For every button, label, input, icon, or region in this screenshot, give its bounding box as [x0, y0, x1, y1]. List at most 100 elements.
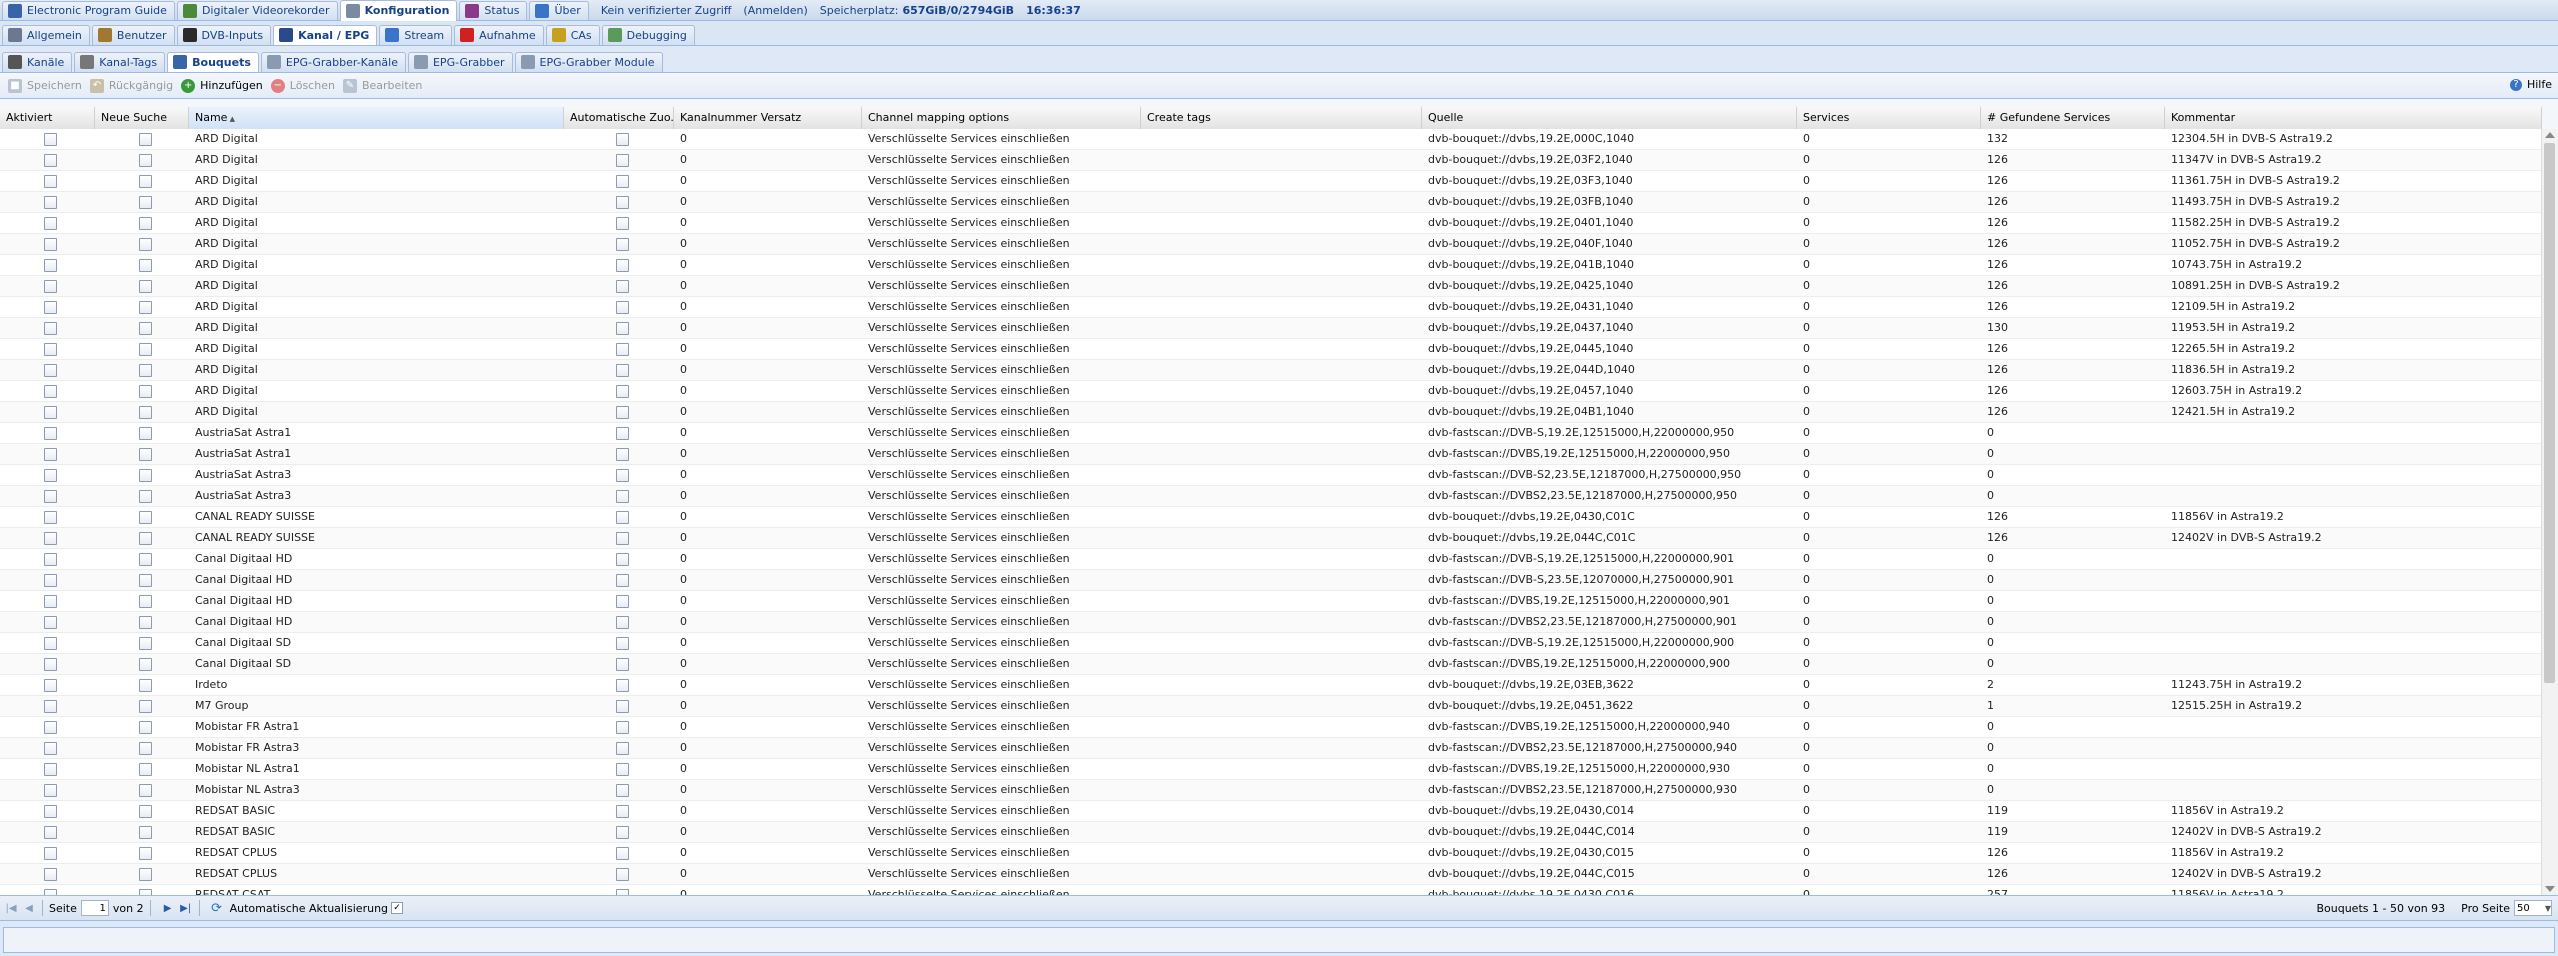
tab-digitaler-videorekorder[interactable]: Digitaler Videorekorder [176, 0, 338, 20]
scrollbar-thumb[interactable] [2544, 143, 2555, 683]
enabled-checkbox[interactable] [44, 321, 57, 335]
enabled-checkbox[interactable] [44, 258, 57, 272]
tab-bouquets[interactable]: Bouquets [167, 51, 259, 72]
table-row[interactable]: ARD Digital 0 Verschlüsselte Services eins… [0, 297, 2542, 318]
tab-allgemein[interactable]: Allgemein [2, 24, 90, 45]
enabled-checkbox[interactable] [44, 825, 57, 839]
rescan-checkbox[interactable] [138, 552, 152, 566]
prev-page-icon[interactable]: ◀ [22, 903, 36, 914]
enabled-checkbox[interactable] [44, 636, 57, 650]
tab-kanal-epg[interactable]: Kanal / EPG [273, 24, 378, 45]
rescan-checkbox[interactable] [138, 237, 152, 251]
rescan-checkbox[interactable] [138, 153, 152, 167]
enabled-checkbox[interactable] [44, 594, 57, 608]
table-row[interactable]: Canal Digitaal HD 0 Verschlüsselte Service… [0, 612, 2542, 633]
enabled-checkbox[interactable] [44, 531, 57, 545]
auto-map-checkbox[interactable] [615, 846, 629, 860]
table-row[interactable]: Canal Digitaal HD 0 Verschlüsselte Service… [0, 549, 2542, 570]
help-button[interactable]: ? Hilfe [2509, 78, 2552, 91]
rescan-checkbox[interactable] [138, 636, 152, 650]
col-kanalnummer-versatz-header[interactable]: Kanalnummer Versatz [674, 107, 862, 129]
enabled-checkbox[interactable] [44, 573, 57, 587]
auto-map-checkbox[interactable] [615, 342, 629, 356]
auto-map-checkbox[interactable] [615, 258, 629, 272]
rescan-checkbox[interactable] [138, 363, 152, 377]
table-row[interactable]: AustriaSat Astra1 0 Verschlüsselte Service… [0, 444, 2542, 465]
tab-kanäle[interactable]: Kanäle [2, 51, 73, 72]
auto-map-checkbox[interactable] [615, 804, 629, 818]
table-row[interactable]: ARD Digital 0 Verschlüsselte Services eins… [0, 255, 2542, 276]
enabled-checkbox[interactable] [44, 699, 57, 713]
col-aktiviert-header[interactable]: Aktiviert [0, 107, 95, 129]
auto-map-checkbox[interactable] [615, 720, 629, 734]
auto-map-checkbox[interactable] [615, 363, 629, 377]
enabled-checkbox[interactable] [44, 552, 57, 566]
tab-dvb-inputs[interactable]: DVB-Inputs [176, 24, 272, 45]
auto-map-checkbox[interactable] [615, 153, 629, 167]
auto-map-checkbox[interactable] [615, 762, 629, 776]
auto-map-checkbox[interactable] [615, 489, 629, 503]
col-name-header[interactable]: Name ▲ [189, 107, 564, 129]
enabled-checkbox[interactable] [44, 363, 57, 377]
rescan-checkbox[interactable] [138, 573, 152, 587]
table-row[interactable]: REDSAT CPLUS 0 Verschlüsselte Services ein… [0, 843, 2542, 864]
tab-aufnahme[interactable]: Aufnahme [454, 24, 544, 45]
enabled-checkbox[interactable] [44, 153, 57, 167]
rescan-checkbox[interactable] [138, 741, 152, 755]
col-automatische-zuordnung-header[interactable]: Automatische Zuo... [564, 107, 674, 129]
tab-stream[interactable]: Stream [379, 24, 453, 45]
col-neue-suche-header[interactable]: Neue Suche [95, 107, 189, 129]
auto-map-checkbox[interactable] [615, 531, 629, 545]
rescan-checkbox[interactable] [138, 258, 152, 272]
auto-map-checkbox[interactable] [615, 405, 629, 419]
auto-map-checkbox[interactable] [615, 783, 629, 797]
auto-map-checkbox[interactable] [615, 468, 629, 482]
table-row[interactable]: CANAL READY SUISSE 0 Verschlüsselte Servic… [0, 528, 2542, 549]
enabled-checkbox[interactable] [44, 426, 57, 440]
rescan-checkbox[interactable] [138, 762, 152, 776]
tab-konfiguration[interactable]: Konfiguration [339, 0, 458, 21]
col-kommentar-header[interactable]: Kommentar [2165, 107, 2542, 129]
tab-epg-grabber-module[interactable]: EPG-Grabber Module [514, 51, 663, 72]
table-row[interactable]: AustriaSat Astra3 0 Verschlüsselte Service… [0, 486, 2542, 507]
tab-epg-grabber[interactable]: EPG-Grabber [407, 51, 513, 72]
table-row[interactable]: Mobistar NL Astra1 0 Verschlüsselte Servic… [0, 759, 2542, 780]
tab-cas[interactable]: CAs [545, 24, 600, 45]
rescan-checkbox[interactable] [138, 300, 152, 314]
auto-map-checkbox[interactable] [615, 594, 629, 608]
rescan-checkbox[interactable] [138, 321, 152, 335]
auto-map-checkbox[interactable] [615, 426, 629, 440]
table-row[interactable]: Canal Digitaal SD 0 Verschlüsselte Service… [0, 654, 2542, 675]
auto-map-checkbox[interactable] [615, 384, 629, 398]
undo-button[interactable]: ↶ Rückgängig [89, 78, 173, 93]
enabled-checkbox[interactable] [44, 342, 57, 356]
auto-map-checkbox[interactable] [615, 867, 629, 881]
auto-refresh-checkbox[interactable]: ✓ [391, 902, 404, 914]
rescan-checkbox[interactable] [138, 132, 152, 146]
enabled-checkbox[interactable] [44, 783, 57, 797]
table-row[interactable]: ARD Digital 0 Verschlüsselte Services eins… [0, 171, 2542, 192]
enabled-checkbox[interactable] [44, 489, 57, 503]
enabled-checkbox[interactable] [44, 216, 57, 230]
page-number-input[interactable] [80, 900, 109, 916]
auto-map-checkbox[interactable] [615, 741, 629, 755]
table-row[interactable]: AustriaSat Astra1 0 Verschlüsselte Service… [0, 423, 2542, 444]
table-row[interactable]: REDSAT CPLUS 0 Verschlüsselte Services ein… [0, 864, 2542, 885]
rescan-checkbox[interactable] [138, 615, 152, 629]
auto-map-checkbox[interactable] [615, 279, 629, 293]
auto-map-checkbox[interactable] [615, 321, 629, 335]
save-button[interactable]: ■ Speichern [8, 78, 82, 93]
auto-map-checkbox[interactable] [615, 174, 629, 188]
table-row[interactable]: ARD Digital 0 Verschlüsselte Services eins… [0, 192, 2542, 213]
enabled-checkbox[interactable] [44, 279, 57, 293]
rescan-checkbox[interactable] [138, 174, 152, 188]
enabled-checkbox[interactable] [44, 678, 57, 692]
table-row[interactable]: M7 Group 0 Verschlüsselte Services einschl… [0, 696, 2542, 717]
table-row[interactable]: Mobistar FR Astra1 0 Verschlüsselte Servic… [0, 717, 2542, 738]
auto-map-checkbox[interactable] [615, 237, 629, 251]
enabled-checkbox[interactable] [44, 405, 57, 419]
rescan-checkbox[interactable] [138, 489, 152, 503]
enabled-checkbox[interactable] [44, 468, 57, 482]
table-row[interactable]: Mobistar NL Astra3 0 Verschlüsselte Servic… [0, 780, 2542, 801]
table-row[interactable]: ARD Digital 0 Verschlüsselte Services eins… [0, 318, 2542, 339]
